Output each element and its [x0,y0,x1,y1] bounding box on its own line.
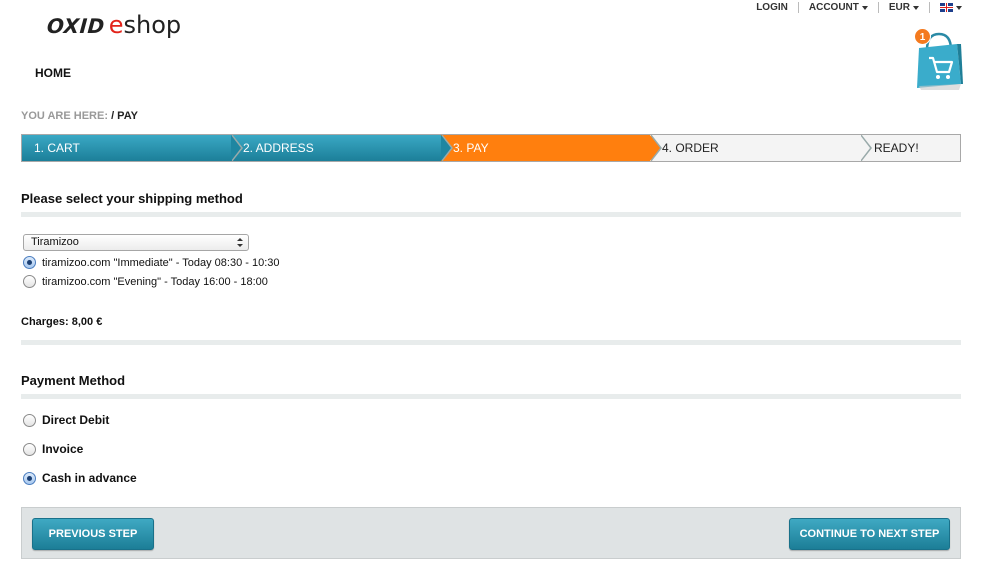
step-ready: READY! [860,135,960,161]
top-navigation: LOGIN ACCOUNT EUR [756,2,962,13]
step-label: 1. CART [34,141,80,155]
step-order: 4. ORDER [650,135,872,161]
step-arrow [441,135,451,161]
step-cart[interactable]: 1. CART [22,135,243,161]
radio-button[interactable] [23,471,36,485]
payment-option-label: Cash in advance [42,471,137,485]
shipping-option-immediate[interactable]: tiramizoo.com "Immediate" - Today 08:30 … [23,256,280,269]
step-arrow [650,135,660,161]
radio-button[interactable] [23,256,36,269]
section-divider [21,340,961,345]
logo-oxid-text: OXID [46,14,106,38]
step-label: 2. ADDRESS [243,141,314,155]
payment-option-label: Invoice [42,442,84,456]
basket-button[interactable]: 1 [913,28,963,90]
payment-option-label: Direct Debit [42,413,110,427]
payment-option-invoice[interactable]: Invoice [23,442,83,456]
chevron-down-icon [861,6,868,10]
chevron-down-icon [956,6,962,10]
account-label: ACCOUNT [808,2,859,13]
shipping-option-evening[interactable]: tiramizoo.com "Evening" - Today 16:00 - … [23,275,268,288]
radio-button[interactable] [23,275,36,288]
section-divider [21,212,961,217]
nav-home-link[interactable]: HOME [35,66,71,80]
chevron-down-icon [913,6,919,10]
uk-flag-icon [940,3,953,12]
logo-shop-text: shop [123,11,182,39]
account-menu[interactable]: ACCOUNT [809,2,868,13]
checkout-steps: 1. CART 2. ADDRESS 3. PAY 4. ORDER READY… [21,134,961,162]
shipping-provider-value: Tiramizoo [31,236,79,248]
payment-option-cash-in-advance[interactable]: Cash in advance [23,471,137,485]
shipping-provider-select[interactable]: Tiramizoo [23,234,249,251]
shipping-section-title: Please select your shipping method [21,191,243,206]
section-divider [21,394,961,399]
currency-label: EUR [888,2,910,13]
shop-logo[interactable]: OXID e shop [46,11,182,39]
step-arrow [231,135,241,161]
logo-e-text: e [108,11,124,39]
step-arrow [860,135,870,161]
checkout-actions-bar: PREVIOUS STEP CONTINUE TO NEXT STEP [21,507,961,559]
currency-menu[interactable]: EUR [889,2,919,13]
language-menu[interactable] [940,3,962,12]
step-label: READY! [874,141,919,155]
payment-section-title: Payment Method [21,373,126,388]
step-address[interactable]: 2. ADDRESS [231,135,453,161]
radio-button[interactable] [23,413,36,427]
nav-divider [877,2,879,13]
select-arrows-icon [237,238,243,248]
breadcrumb: YOU ARE HERE: / PAY [21,110,138,122]
previous-step-button[interactable]: PREVIOUS STEP [32,518,154,550]
nav-divider [929,2,930,13]
breadcrumb-prefix: YOU ARE HERE: [21,110,108,122]
step-label: 3. PAY [453,141,489,155]
shipping-option-label: tiramizoo.com "Evening" - Today 16:00 - … [42,275,268,288]
continue-next-step-button[interactable]: CONTINUE TO NEXT STEP [789,518,950,550]
basket-count-badge: 1 [914,28,931,45]
breadcrumb-current: / PAY [111,110,138,122]
shipping-charges: Charges: 8,00 € [21,316,103,328]
payment-option-direct-debit[interactable]: Direct Debit [23,413,109,427]
step-label: 4. ORDER [662,141,719,155]
nav-divider [797,2,799,13]
shipping-option-label: tiramizoo.com "Immediate" - Today 08:30 … [42,256,280,269]
step-pay: 3. PAY [441,135,662,161]
radio-button[interactable] [23,442,36,456]
login-link[interactable]: LOGIN [756,2,788,13]
